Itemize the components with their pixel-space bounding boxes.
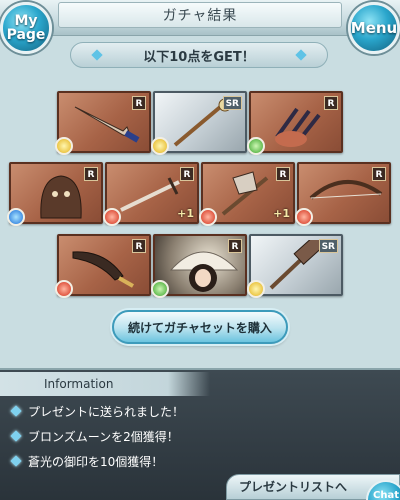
- result-banner-text: 以下10点をGET！: [143, 49, 255, 65]
- rarity-badge: R: [180, 167, 194, 181]
- item-card-9[interactable]: R: [151, 234, 247, 298]
- result-banner: 以下10点をGET！: [70, 42, 328, 68]
- info-line: プレゼントに送られました！: [10, 400, 185, 422]
- wind-element-icon: [151, 280, 169, 298]
- fire-element-icon: [295, 208, 313, 226]
- rarity-badge: R: [228, 239, 242, 253]
- diamond-icon: [295, 49, 307, 61]
- menu-button[interactable]: Menu: [348, 2, 400, 54]
- rarity-badge: SR: [318, 239, 338, 253]
- fire-element-icon: [55, 280, 73, 298]
- light-element-icon: [55, 137, 73, 155]
- rarity-badge: R: [372, 167, 386, 181]
- item-card-3[interactable]: R: [247, 91, 343, 155]
- fire-element-icon: [103, 208, 121, 226]
- item-card-1[interactable]: R: [55, 91, 151, 155]
- item-card-10[interactable]: SR: [247, 234, 343, 298]
- page-title: ガチャ結果: [58, 2, 342, 28]
- plus-bonus: +1: [177, 207, 194, 220]
- top-frame: ガチャ結果: [0, 0, 400, 36]
- wind-element-icon: [247, 137, 265, 155]
- rarity-badge: SR: [222, 96, 242, 110]
- rarity-badge: R: [276, 167, 290, 181]
- water-element-icon: [7, 208, 25, 226]
- fire-element-icon: [199, 208, 217, 226]
- diamond-icon: [10, 455, 22, 467]
- item-card-4[interactable]: R: [7, 162, 103, 226]
- buy-gacha-set-button[interactable]: 続けてガチャセットを購入: [112, 310, 288, 344]
- item-card-5[interactable]: R +1: [103, 162, 199, 226]
- light-element-icon: [247, 280, 265, 298]
- item-card-2[interactable]: SR: [151, 91, 247, 155]
- rarity-badge: R: [84, 167, 98, 181]
- rarity-badge: R: [132, 96, 146, 110]
- info-line-text: ブロンズムーンを2個獲得！: [28, 429, 179, 444]
- rarity-badge: R: [132, 239, 146, 253]
- light-element-icon: [151, 137, 169, 155]
- mypage-button[interactable]: My Page: [0, 2, 52, 54]
- rarity-badge: R: [324, 96, 338, 110]
- info-line-text: プレゼントに送られました！: [28, 404, 185, 419]
- item-card-7[interactable]: R: [295, 162, 391, 226]
- info-line: ブロンズムーンを2個獲得！: [10, 425, 179, 447]
- info-line-text: 蒼光の御印を10個獲得！: [28, 454, 164, 469]
- info-line: 蒼光の御印を10個獲得！: [10, 450, 164, 472]
- plus-bonus: +1: [273, 207, 290, 220]
- item-card-6[interactable]: R +1: [199, 162, 295, 226]
- diamond-icon: [10, 405, 22, 417]
- information-title: Information: [0, 372, 210, 396]
- item-card-8[interactable]: R: [55, 234, 151, 298]
- diamond-icon: [10, 430, 22, 442]
- diamond-icon: [91, 49, 103, 61]
